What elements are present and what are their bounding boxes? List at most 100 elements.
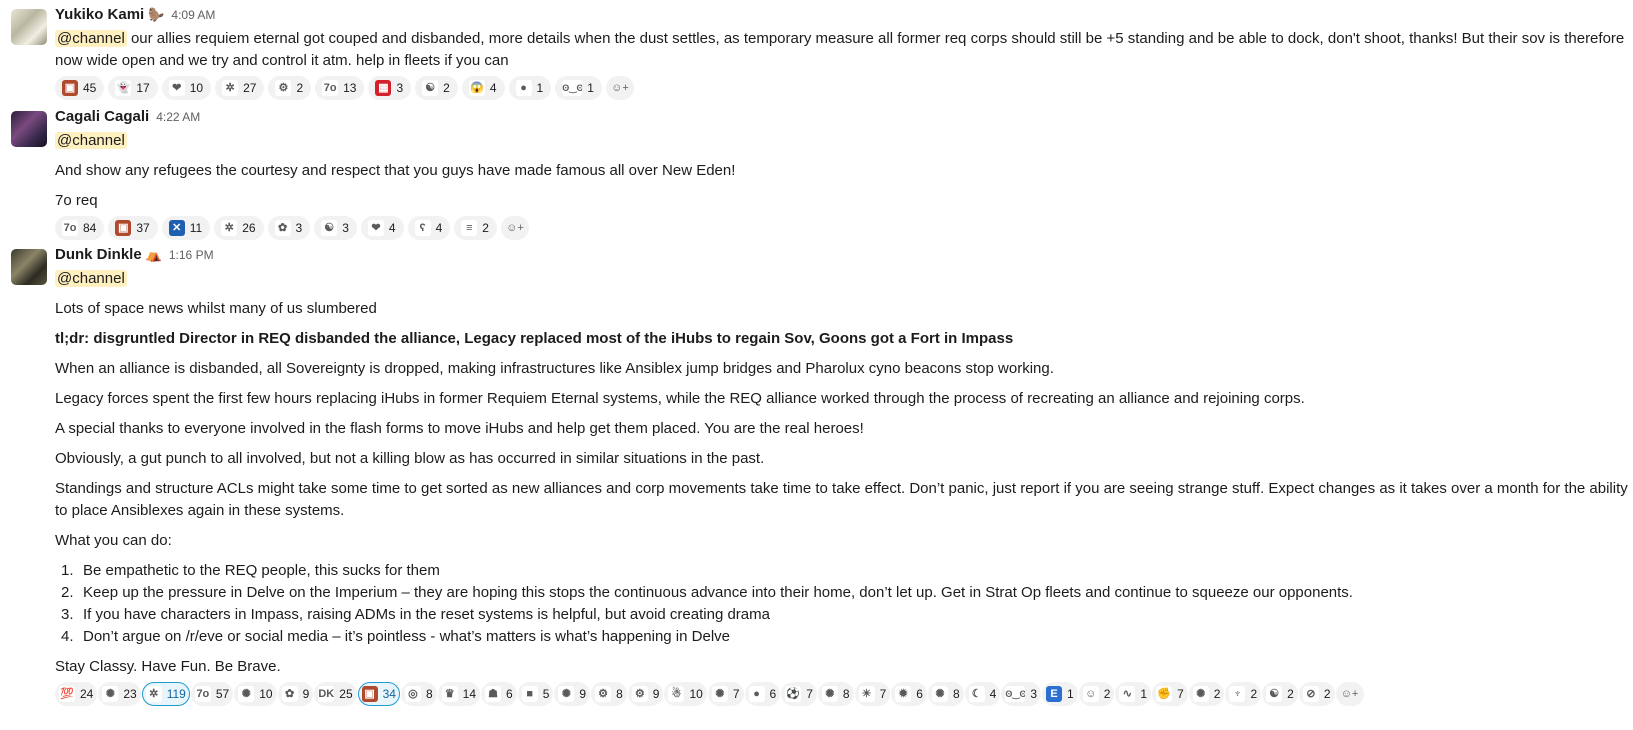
reaction-pill[interactable]: ʕ4 [407,216,451,240]
reaction-count: 3 [1030,687,1038,701]
reaction-pill[interactable]: ⚙ 2 [268,76,312,100]
reaction-pill[interactable]: ✲ 26 [214,216,264,240]
reaction-pill[interactable]: ✺ 10 [234,682,277,706]
reaction-pill[interactable]: ʘ‿ʘ 3 [1001,682,1042,706]
reaction-pill[interactable]: ▦ 3 [368,76,412,100]
reaction-pill[interactable]: ☗ 6 [481,682,517,706]
author-name[interactable]: Dunk Dinkle [55,246,142,263]
no-entry-icon: ⊘ [1302,686,1319,702]
dunk-text-icon: DK [318,686,335,702]
reaction-count: 6 [506,687,513,701]
gear-badge-icon: ⚙ [595,686,612,702]
reaction-pill[interactable]: ✹ 6 [891,682,927,706]
reaction-pill[interactable]: ✲ 119 [141,682,190,706]
reaction-pill[interactable]: ☺ 2 [1078,682,1115,706]
reaction-pill[interactable]: ✕ 11 [161,216,211,240]
reaction-count: 8 [952,687,960,701]
reaction-count: 3 [396,81,404,95]
reaction-pill[interactable]: ☯ 2 [1262,682,1298,706]
avatar[interactable] [11,249,47,285]
tldr-paragraph: tl;dr: disgruntled Director in REQ disba… [55,330,1014,347]
reaction-pill[interactable]: ✺ 8 [927,682,964,706]
reaction-pill[interactable]: ✲ 27 [215,76,265,100]
author-name[interactable]: Yukiko Kami [55,6,144,23]
reaction-pill[interactable]: ≡ 2 [454,216,497,240]
add-reaction-icon[interactable]: ☺+ [1335,682,1364,706]
reaction-pill[interactable]: ♛ 14 [437,682,481,706]
reaction-pill[interactable]: ❤ 4 [360,216,404,240]
reaction-pill[interactable]: ◎ 8 [400,682,437,706]
add-reaction-icon[interactable]: ☺+ [605,76,634,100]
timestamp[interactable]: 1:16 PM [169,248,214,262]
reaction-count: 57 [215,687,230,701]
reaction-count: 7 [879,687,887,701]
reaction-pill[interactable]: ∿ 1 [1115,682,1152,706]
reaction-pill[interactable]: ✊ 7 [1152,682,1188,706]
reaction-pill[interactable]: 👻 17 [108,76,158,100]
message-text: @channel [55,130,1629,152]
channel-mention[interactable]: @channel [55,30,127,47]
reaction-pill[interactable]: ✺ 9 [554,682,591,706]
reaction-pill[interactable]: ⚙ 9 [627,682,664,706]
reaction-pill[interactable]: ✿ 3 [267,216,311,240]
sun-badge-icon: ☀ [858,686,875,702]
timestamp[interactable]: 4:22 AM [156,110,200,124]
message-paragraph: When an alliance is disbanded, all Sover… [55,360,1054,377]
reaction-pill[interactable]: ■ 5 [517,682,554,706]
reaction-count: 17 [136,81,150,95]
reaction-pill[interactable]: ✺ 8 [817,682,854,706]
reaction-count: 8 [616,687,623,701]
seven-o-icon: 7o [194,686,211,702]
reaction-count: 1 [1067,687,1074,701]
list-number: 3. [61,606,74,623]
message-paragraph: What you can do: [55,532,172,549]
reaction-count: 2 [1287,687,1294,701]
reaction-pill[interactable]: ⊘ 2 [1298,682,1335,706]
author-name[interactable]: Cagali Cagali [55,108,149,125]
reaction-count: 4 [435,221,443,235]
reaction-count: 4 [388,221,396,235]
reaction-pill[interactable]: DK 25 [314,682,357,706]
reaction-pill[interactable]: 💯 24 [55,682,98,706]
reaction-pill[interactable]: ▣ 37 [108,216,158,240]
reaction-pill[interactable]: ☯ 3 [314,216,357,240]
channel-mention[interactable]: @channel [55,270,127,287]
reaction-pill[interactable]: ✺ 23 [98,682,141,706]
reaction-pill[interactable]: 7o 13 [315,76,365,100]
reaction-bar: ▣ 45 👻 17 ❤ 10 ✲ 27 ⚙ 2 7o 13 ▦ 3 ☯ 2 😱 4 ● 1 ʘ‿ʘ 1 ☺+ [55,76,1629,100]
reaction-pill[interactable]: ▣ 34 [357,682,400,706]
reaction-pill[interactable]: ♆ 2 [1225,682,1262,706]
dark-moon-icon: ☾ [968,686,985,702]
list-item-text: Be empathetic to the REQ people, this su… [83,562,440,579]
reaction-pill[interactable]: ⚽ 7 [781,682,817,706]
reaction-count: 9 [302,687,310,701]
reaction-pill[interactable]: ☾ 4 [964,682,1001,706]
bear-icon: ʕ [414,220,431,236]
reaction-pill[interactable]: ʘ‿ʘ 1 [555,76,602,100]
reaction-pill[interactable]: ✿ 9 [277,682,314,706]
reaction-pill[interactable]: ▣ 45 [55,76,105,100]
avatar[interactable] [11,9,47,45]
reaction-pill[interactable]: 7o 57 [190,682,234,706]
reaction-pill[interactable]: E1 [1042,682,1078,706]
reaction-pill[interactable]: ❤ 10 [161,76,212,100]
reaction-count: 3 [342,221,349,235]
reaction-pill[interactable]: ☯ 2 [415,76,458,100]
timestamp[interactable]: 4:09 AM [171,8,215,22]
ascii-face-icon: ʘ‿ʘ [1005,686,1026,702]
korea-flag-icon: ☯ [422,80,439,96]
reaction-pill[interactable]: ☀ 7 [854,682,891,706]
netherlands-flag-icon: ≡ [461,220,478,236]
reaction-pill[interactable]: ● 1 [508,76,552,100]
reaction-pill[interactable]: ✺ 7 [707,682,744,706]
reaction-pill[interactable]: ● 6 [744,682,781,706]
reaction-pill[interactable]: 😱 4 [461,76,505,100]
cookie-icon: ● [748,686,765,702]
reaction-pill[interactable]: ☃ 10 [664,682,707,706]
channel-mention[interactable]: @channel [55,132,127,149]
add-reaction-icon[interactable]: ☺+ [500,216,529,240]
reaction-pill[interactable]: ⚙ 8 [591,682,627,706]
avatar[interactable] [11,111,47,147]
reaction-pill[interactable]: 7o 84 [55,216,105,240]
reaction-pill[interactable]: ✺ 2 [1188,682,1225,706]
